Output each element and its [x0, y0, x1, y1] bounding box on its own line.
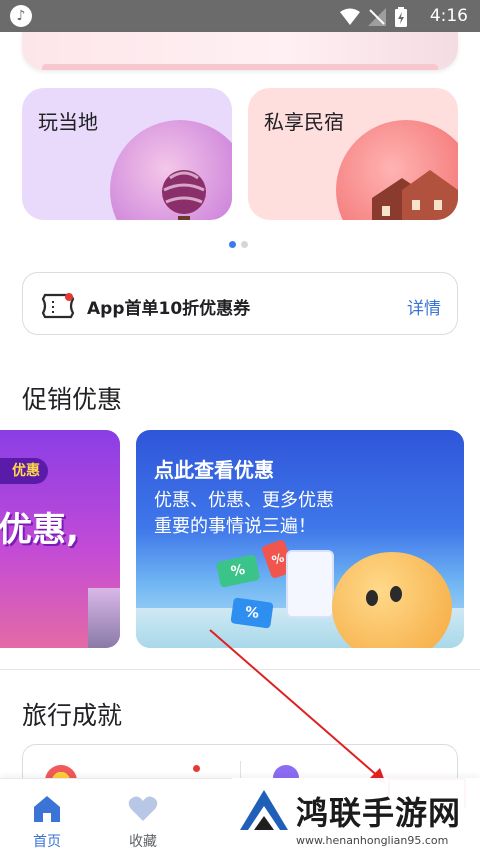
notification-dot	[193, 765, 200, 772]
house-icon	[372, 170, 458, 220]
carousel-dot	[241, 241, 248, 248]
category-tile-local-play[interactable]: 玩当地	[22, 88, 232, 220]
no-signal-icon	[368, 8, 386, 26]
music-note-icon: ♪	[10, 5, 32, 27]
battery-charging-icon	[395, 7, 407, 27]
home-icon	[34, 796, 60, 822]
discount-ticket: %	[215, 554, 261, 588]
coupon-details-link[interactable]: 详情	[407, 294, 441, 319]
heart-icon	[128, 796, 158, 821]
achievements-title: 旅行成就	[22, 701, 123, 730]
watermark-logo	[240, 790, 288, 830]
promotions-title: 促销优惠	[22, 385, 123, 414]
promo-banner-main[interactable]: 点此查看优惠 优惠、优惠、更多优惠 重要的事情说三遍！ % % %	[136, 430, 464, 648]
promo-title: 点此查看优惠	[154, 458, 274, 482]
ticket-icon	[41, 293, 75, 319]
top-banner-card[interactable]	[22, 32, 458, 70]
category-tile-private-homestay[interactable]: 私享民宿	[248, 88, 458, 220]
category-label: 玩当地	[38, 110, 98, 134]
city-buildings-image	[88, 588, 120, 648]
nav-home[interactable]: 首页	[12, 779, 82, 853]
promo-line-2: 重要的事情说三遍！	[154, 516, 316, 537]
promo-badge: 优惠	[0, 458, 48, 484]
wifi-icon	[340, 8, 360, 25]
coupon-banner[interactable]: App首单10折优惠券 详情	[22, 272, 458, 335]
system-icons	[340, 7, 408, 27]
promo-banner-left[interactable]: 优惠 优惠,	[0, 430, 120, 648]
hot-air-balloon-icon	[162, 170, 206, 220]
nav-label: 首页	[33, 834, 61, 850]
phone-illustration	[286, 550, 334, 618]
annotation-arrow	[209, 629, 386, 784]
coupon-text: App首单10折优惠券	[87, 299, 251, 319]
watermark-title: 鸿联手游网	[296, 794, 462, 832]
status-bar: ♪ 4:16	[0, 0, 480, 32]
carousel-dot-active	[229, 241, 236, 248]
category-label: 私享民宿	[264, 110, 344, 134]
status-time: 4:16	[429, 6, 468, 26]
watermark: 鸿联手游网 www.henanhonglian95.com	[232, 778, 480, 853]
watermark-url: www.henanhonglian95.com	[296, 834, 449, 847]
nav-favorites[interactable]: 收藏	[108, 779, 178, 853]
carousel-indicator	[229, 241, 248, 248]
promo-line-1: 优惠、优惠、更多优惠	[154, 490, 334, 511]
nav-label: 收藏	[129, 834, 157, 850]
promo-headline: 优惠,	[0, 510, 79, 550]
